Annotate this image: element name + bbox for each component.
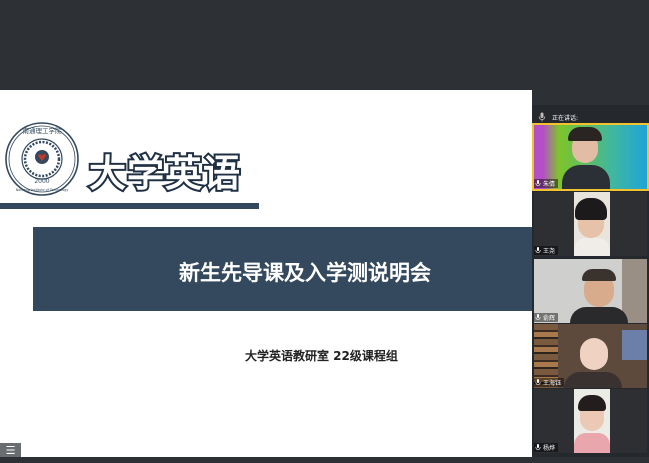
participant-face <box>580 338 608 370</box>
bottom-strip <box>0 457 649 463</box>
course-title: 大学英语 <box>87 150 242 197</box>
menu-icon: ☰ <box>5 444 16 457</box>
title-banner: 新生先导课及入学测说明会 <box>33 227 532 311</box>
school-logo: 2000 南通理工学院 Nantong Institute of Technol… <box>4 121 80 197</box>
slide-subtitle: 大学英语教研室 22级课程组 <box>245 349 398 363</box>
participant-name: 杨烨 <box>543 445 556 452</box>
participant-name: 俞辉 <box>543 315 556 322</box>
participant-hair <box>575 198 607 220</box>
participant-name-tag: 王海钰 <box>534 378 565 387</box>
video-tile[interactable]: 杨烨 <box>534 389 647 453</box>
participant-background <box>622 259 647 323</box>
participant-name-tag: 俞辉 <box>534 313 559 322</box>
logo-chinese-text: 南通理工学院 <box>23 126 63 135</box>
participant-body <box>564 372 622 388</box>
top-bar <box>0 0 649 90</box>
participant-body <box>574 238 610 256</box>
participant-name: 朱倩 <box>543 181 556 188</box>
participant-name-tag: 杨烨 <box>534 443 559 452</box>
video-tile[interactable]: 俞辉 <box>534 259 647 323</box>
participant-hair <box>578 395 606 411</box>
logo-english-text: Nantong Institute of Technology <box>16 188 69 192</box>
participant-name: 王海钰 <box>543 380 562 387</box>
microphone-icon <box>535 444 541 450</box>
video-tile[interactable]: 王尧 <box>534 192 647 256</box>
banner-title: 新生先导课及入学测说明会 <box>179 261 431 285</box>
participant-hair <box>568 127 602 141</box>
microphone-icon <box>535 379 541 385</box>
participant-body <box>574 433 610 453</box>
participant-name-tag: 王尧 <box>534 246 559 255</box>
video-tile[interactable]: 王海钰 <box>534 324 647 388</box>
participant-panel: 正在讲话: 朱倩 王尧 俞辉 王海钰 杨烨 <box>532 105 649 457</box>
participant-body <box>562 165 610 189</box>
title-underline <box>0 203 259 209</box>
microphone-icon <box>535 180 541 186</box>
participant-name-tag: 朱倩 <box>534 179 559 188</box>
video-tile[interactable]: 朱倩 <box>532 123 649 191</box>
presentation-slide: 2000 南通理工学院 Nantong Institute of Technol… <box>0 90 532 457</box>
speaking-label: 正在讲话: <box>552 114 579 122</box>
participant-name: 王尧 <box>543 248 556 255</box>
participant-hair <box>582 269 616 281</box>
participant-body <box>570 307 628 323</box>
logo-year: 2000 <box>34 178 49 185</box>
microphone-icon <box>535 314 541 320</box>
speaking-indicator: 正在讲话: <box>538 110 578 124</box>
window <box>622 330 647 360</box>
microphone-icon <box>535 247 541 253</box>
microphone-icon <box>538 112 546 122</box>
